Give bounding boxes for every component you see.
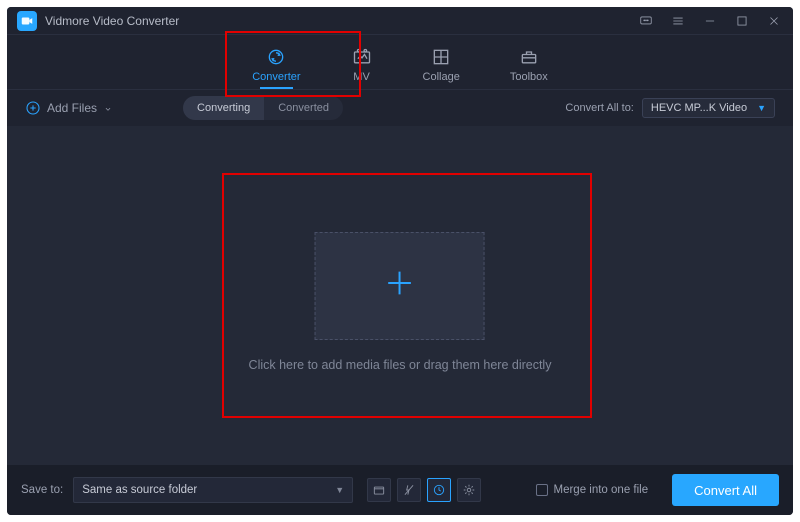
drop-hint-text: Click here to add media files or drag th…: [249, 358, 552, 372]
plus-icon: [383, 266, 417, 306]
nav-tab-converter[interactable]: Converter: [252, 47, 300, 89]
toolbox-icon: [518, 47, 540, 67]
save-to-value: Same as source folder: [82, 484, 197, 496]
convert-all-to: Convert All to: HEVC MP...K Video ▼: [565, 98, 775, 118]
nav-tab-mv[interactable]: MV: [351, 47, 373, 89]
app-window: Vidmore Video Converter Converter MV: [7, 7, 793, 515]
save-to-label: Save to:: [21, 484, 63, 496]
bottom-bar: Save to: Same as source folder ▼ Merge i…: [7, 465, 793, 515]
menu-icon[interactable]: [669, 12, 687, 30]
status-subtabs: Converting Converted: [183, 96, 343, 120]
triangle-down-icon: ▼: [757, 103, 766, 113]
merge-label: Merge into one file: [554, 484, 649, 496]
main-panel: Click here to add media files or drag th…: [7, 126, 793, 478]
convert-all-to-label: Convert All to:: [565, 102, 633, 114]
collage-icon: [430, 47, 452, 67]
triangle-down-icon: ▼: [335, 485, 344, 495]
save-to-select[interactable]: Same as source folder ▼: [73, 477, 353, 503]
subtab-converted[interactable]: Converted: [264, 96, 343, 120]
settings-button[interactable]: [457, 478, 481, 502]
output-format-select[interactable]: HEVC MP...K Video ▼: [642, 98, 775, 118]
close-button[interactable]: [765, 12, 783, 30]
subtab-converting[interactable]: Converting: [183, 96, 264, 120]
drop-zone[interactable]: [315, 232, 485, 340]
nav-label: Collage: [423, 71, 460, 83]
output-format-value: HEVC MP...K Video: [651, 102, 747, 114]
app-title: Vidmore Video Converter: [45, 14, 179, 28]
drop-area-wrapper: Click here to add media files or drag th…: [249, 232, 552, 372]
bottom-mini-buttons: [367, 478, 481, 502]
main-nav: Converter MV Collage Toolbox: [7, 35, 793, 90]
nav-tab-collage[interactable]: Collage: [423, 47, 460, 89]
chevron-down-icon: [103, 103, 113, 113]
nav-tab-toolbox[interactable]: Toolbox: [510, 47, 548, 89]
app-logo-icon: [17, 11, 37, 31]
add-files-button[interactable]: Add Files: [25, 100, 113, 116]
converter-icon: [265, 47, 287, 67]
nav-label: Converter: [252, 71, 300, 83]
add-files-label: Add Files: [47, 101, 97, 115]
minimize-button[interactable]: [701, 12, 719, 30]
nav-label: Toolbox: [510, 71, 548, 83]
hw-accel-off-button[interactable]: [397, 478, 421, 502]
mv-icon: [351, 47, 373, 67]
merge-checkbox[interactable]: Merge into one file: [536, 484, 649, 496]
convert-all-button[interactable]: Convert All: [672, 474, 779, 506]
secondary-bar: Add Files Converting Converted Convert A…: [7, 90, 793, 126]
checkbox-icon: [536, 484, 548, 496]
open-output-folder-button[interactable]: [367, 478, 391, 502]
maximize-button[interactable]: [733, 12, 751, 30]
nav-label: MV: [353, 71, 370, 83]
hw-accel-on-button[interactable]: [427, 478, 451, 502]
title-bar: Vidmore Video Converter: [7, 7, 793, 35]
feedback-icon[interactable]: [637, 12, 655, 30]
